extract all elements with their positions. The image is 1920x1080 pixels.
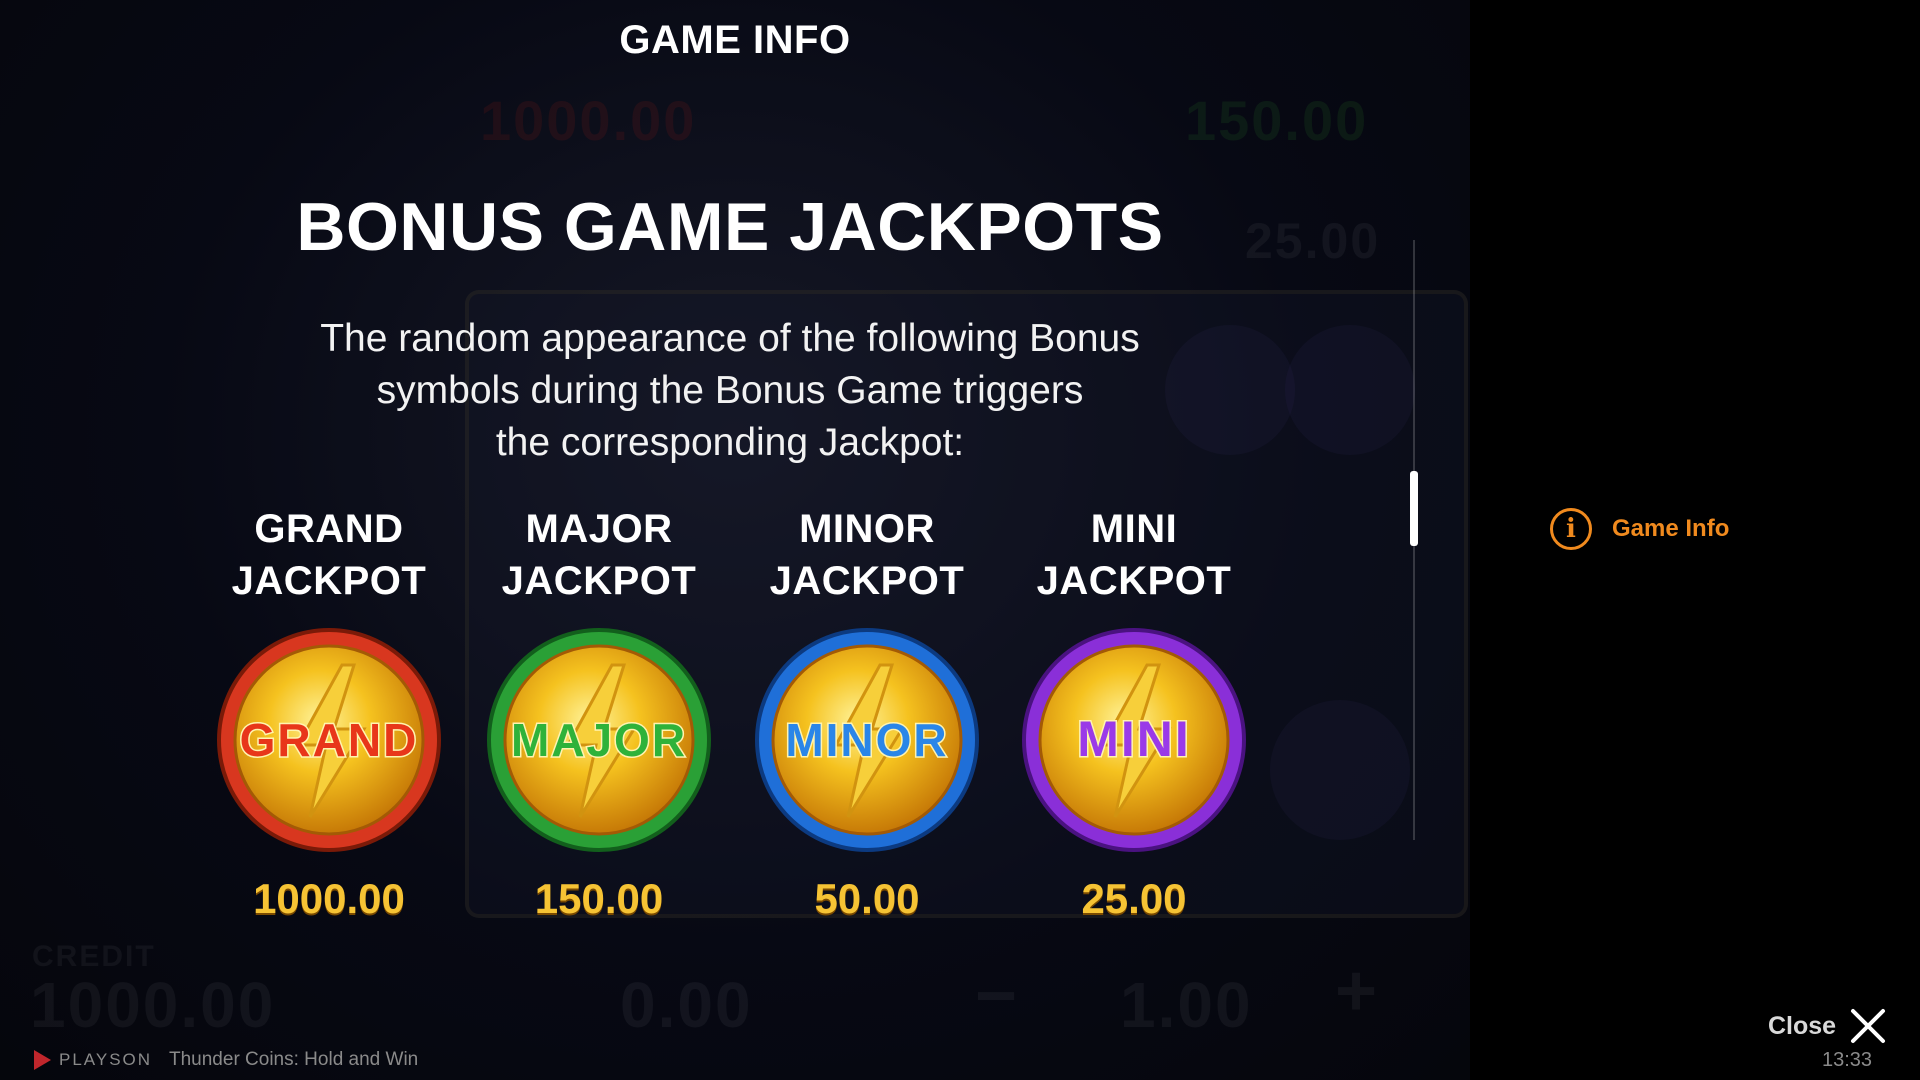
jackpot-label-line1: MINI xyxy=(1090,507,1178,551)
jackpot-label: GRAND JACKPOT xyxy=(199,503,459,607)
scrollbar-thumb[interactable] xyxy=(1410,471,1418,546)
jackpot-grand: GRAND JACKPOT GRAND 1000.00 xyxy=(199,503,459,923)
major-coin-text: MAJOR xyxy=(511,714,687,766)
section-title: BONUS GAME JACKPOTS xyxy=(296,189,1164,265)
jackpot-label: MINOR JACKPOT xyxy=(737,503,997,607)
jackpot-label-line1: GRAND xyxy=(254,507,404,551)
page-title: GAME INFO xyxy=(619,18,851,62)
background-credit-value: 1000.00 xyxy=(30,969,276,1041)
sidebar-item-label: Game Info xyxy=(1612,515,1730,542)
minor-coin-text: MINOR xyxy=(785,714,948,766)
mini-coin-text: MINI xyxy=(1077,711,1191,767)
jackpot-minor: MINOR JACKPOT MINOR 50.00 xyxy=(737,503,997,923)
jackpot-major: MAJOR JACKPOT MAJOR 150.00 xyxy=(469,503,729,923)
info-icon: i xyxy=(1550,508,1592,550)
clock: 13:33 xyxy=(1822,1049,1873,1071)
background-grand-value: 1000.00 xyxy=(480,89,697,152)
jackpot-label: MAJOR JACKPOT xyxy=(469,503,729,607)
jackpot-label-line1: MAJOR xyxy=(525,507,673,551)
minor-coin-icon: MINOR xyxy=(755,628,979,852)
background-major-value: 150.00 xyxy=(1185,89,1369,152)
playson-logo-icon xyxy=(34,1050,51,1070)
jackpot-label-line2: JACKPOT xyxy=(769,559,965,603)
jackpot-value: 50.00 xyxy=(814,875,920,922)
background-win-value: 0.00 xyxy=(620,969,753,1041)
close-label: Close xyxy=(1768,1011,1837,1040)
description-line: The random appearance of the following B… xyxy=(320,317,1140,360)
brand-name: PLAYSON xyxy=(59,1050,153,1069)
jackpot-value: 25.00 xyxy=(1081,875,1187,922)
jackpot-label-line2: JACKPOT xyxy=(501,559,697,603)
jackpot-label: MINI JACKPOT xyxy=(1004,503,1264,607)
sidebar-item-game-info[interactable]: i Game Info xyxy=(1550,508,1729,550)
jackpot-label-line2: JACKPOT xyxy=(231,559,427,603)
jackpot-label-line2: JACKPOT xyxy=(1036,559,1232,603)
mini-coin-icon: MINI xyxy=(1022,628,1246,852)
background-bet-value: 1.00 xyxy=(1120,969,1253,1041)
jackpot-value: 150.00 xyxy=(534,875,664,922)
jackpot-label-line1: MINOR xyxy=(799,507,935,551)
background-minus-button: − xyxy=(975,956,1020,1036)
playson-logo: PLAYSON xyxy=(34,1050,152,1070)
background-fruit xyxy=(1270,700,1410,840)
jackpot-mini: MINI JACKPOT MINI 25.00 xyxy=(1004,503,1264,923)
game-name: Thunder Coins: Hold and Win xyxy=(169,1049,419,1070)
jackpot-value: 1000.00 xyxy=(253,875,405,922)
description-line: the corresponding Jackpot: xyxy=(495,421,965,464)
description-line: symbols during the Bonus Game triggers xyxy=(376,369,1084,412)
major-coin-icon: MAJOR xyxy=(487,628,711,852)
close-icon[interactable] xyxy=(1850,1008,1886,1044)
grand-coin-text: GRAND xyxy=(240,714,419,766)
section-description: The random appearance of the following B… xyxy=(230,313,1230,469)
background-fruit xyxy=(1285,325,1415,455)
background-plus-button: + xyxy=(1335,951,1380,1031)
grand-coin-icon: GRAND xyxy=(217,628,441,852)
close-button[interactable]: Close xyxy=(1768,1008,1886,1044)
